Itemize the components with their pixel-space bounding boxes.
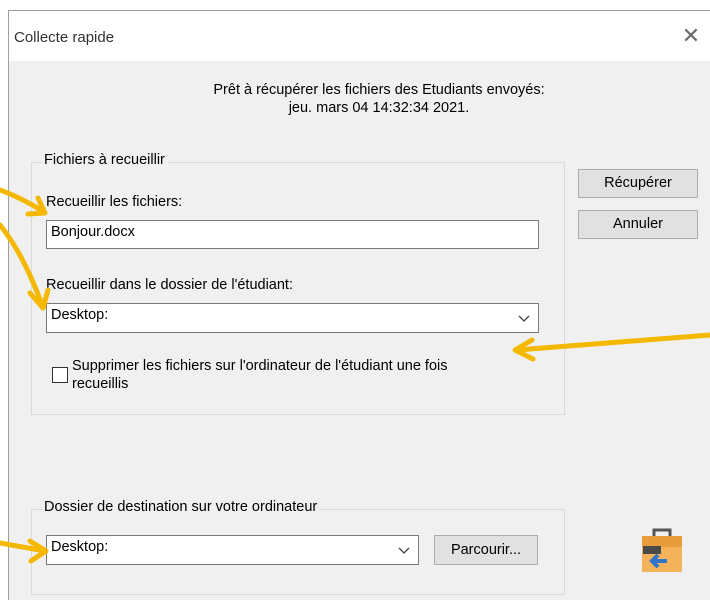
annotation-arrow-delete bbox=[512, 332, 710, 362]
annotation-arrow-folder bbox=[0, 222, 51, 311]
annotation-arrow-destination bbox=[0, 538, 49, 564]
annotation-arrow-files bbox=[0, 187, 48, 217]
annotation-arrows bbox=[0, 187, 710, 564]
